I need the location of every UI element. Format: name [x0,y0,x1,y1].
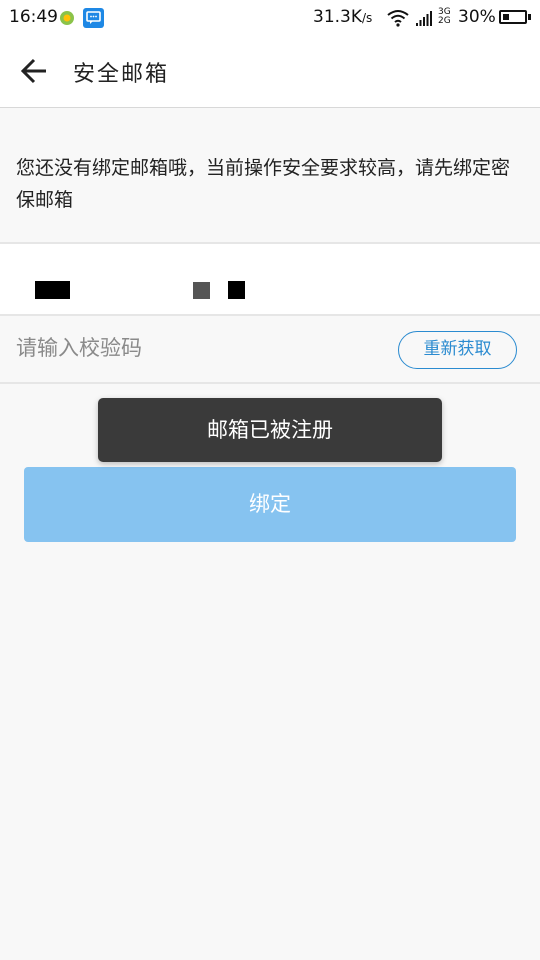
back-button[interactable] [16,56,52,86]
verification-code-input[interactable] [16,330,376,366]
battery-icon [499,10,527,24]
message-icon [83,8,104,28]
wifi-icon [387,10,409,27]
battery-fill [503,14,509,20]
battery-tip [528,14,531,20]
network-speed-unit: /s [362,11,373,25]
bind-email-notice: 您还没有绑定邮箱哦，当前操作安全要求较高，请先绑定密保邮箱 [16,157,511,211]
network-type: 3G 2G [438,8,451,26]
toast-message: 邮箱已被注册 [98,398,442,462]
bind-button[interactable]: 绑定 [24,467,516,542]
email-display-row [0,242,540,314]
status-bar: 16:49 31.3K/s 3G 2G 30% [0,0,540,36]
resend-code-button[interactable]: 重新获取 [398,331,517,369]
battery-percent: 30% [458,7,496,27]
network-type-2g: 2G [438,16,451,26]
redacted-email-part [193,282,210,299]
network-speed-value: 31.3K [313,7,362,27]
redacted-email-part [228,281,245,299]
verification-code-row: 重新获取 [0,314,540,384]
cellular-signal-icon [416,11,432,26]
redacted-email-part [35,281,70,299]
app-notification-icon [60,11,74,25]
network-speed: 31.3K/s [313,7,372,27]
arrow-left-icon [20,58,46,84]
page-title: 安全邮箱 [73,62,170,87]
title-bar: 安全邮箱 [0,36,540,108]
status-time: 16:49 [9,7,58,27]
